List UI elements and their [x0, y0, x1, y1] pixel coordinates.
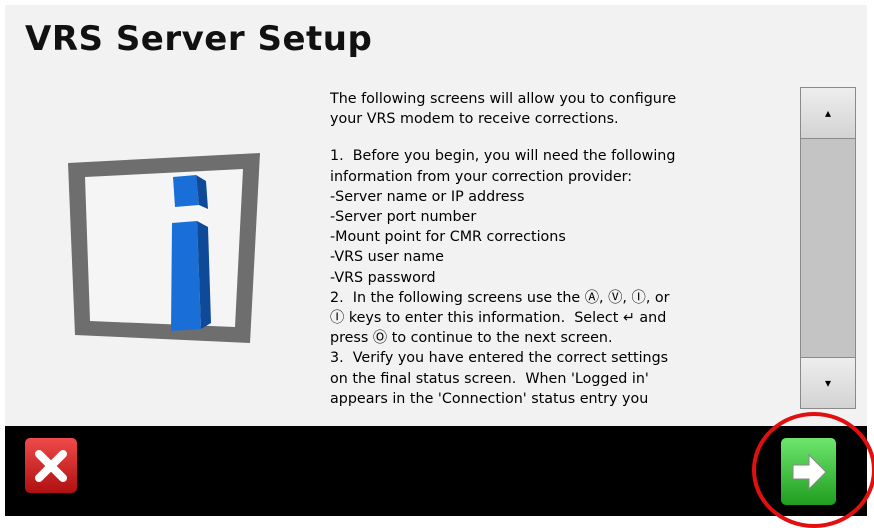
chevron-up-icon: ▴ — [824, 106, 832, 120]
instruction-line: -VRS password — [330, 269, 436, 286]
chevron-down-icon: ▾ — [824, 376, 832, 390]
instruction-line: on the final status screen. When 'Logged… — [330, 370, 649, 387]
instruction-line: 3. Verify you have entered the correct s… — [330, 350, 669, 367]
instruction-line: Ⓘ keys to enter this information. Select… — [330, 310, 667, 327]
highlight-circle-annotation — [752, 412, 874, 528]
cancel-button[interactable] — [25, 438, 77, 493]
vrs-setup-screen: VRS Server Setup The following screens w… — [5, 5, 867, 516]
close-icon — [35, 449, 67, 482]
instruction-line: 1. Before you begin, you will need the f… — [330, 148, 676, 165]
instruction-line: -Server port number — [330, 209, 477, 226]
instruction-line: -Mount point for CMR corrections — [330, 229, 566, 246]
instructions-text: The following screens will allow you to … — [330, 89, 790, 414]
footer-bar — [5, 426, 867, 516]
instruction-line: The following screens will allow you to … — [330, 91, 677, 107]
instruction-line: appears in the 'Connection' status entry… — [330, 390, 649, 407]
instruction-line: -Server name or IP address — [330, 188, 525, 205]
instruction-line: your VRS modem to receive corrections. — [330, 111, 619, 128]
instruction-line: information from your correction provide… — [330, 168, 633, 185]
instruction-line: press Ⓞ to continue to the next screen. — [330, 330, 613, 347]
info-icon — [68, 153, 260, 343]
scrollbar-track[interactable] — [800, 139, 856, 357]
instruction-line: -VRS user name — [330, 249, 444, 266]
scroll-down-button[interactable]: ▾ — [800, 357, 856, 409]
page-title: VRS Server Setup — [25, 19, 373, 59]
scroll-up-button[interactable]: ▴ — [800, 87, 856, 139]
instruction-line: 2. In the following screens use the Ⓐ, Ⓥ… — [330, 289, 670, 306]
